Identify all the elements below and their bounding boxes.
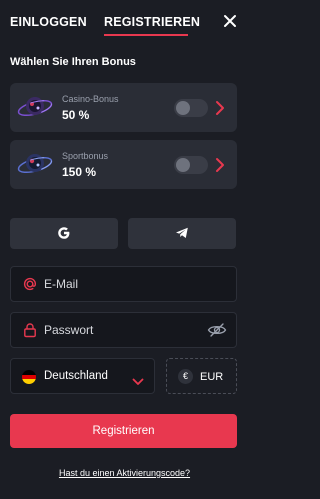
active-tab-indicator [104, 34, 188, 36]
at-sign-icon [22, 276, 38, 292]
auth-header: EINLOGGEN REGISTRIEREN [0, 0, 249, 44]
telegram-icon [176, 227, 188, 238]
password-field[interactable] [10, 312, 237, 348]
email-field[interactable] [10, 266, 237, 302]
chevron-right-icon[interactable] [215, 100, 225, 116]
currency-select[interactable]: € EUR [166, 358, 237, 394]
toggle-knob [176, 101, 190, 115]
bonus-option-sport[interactable]: Sportbonus 150 % [10, 140, 237, 189]
password-input[interactable] [44, 313, 204, 347]
tab-register[interactable]: REGISTRIEREN [104, 15, 200, 29]
bonus-label: Sportbonus [62, 151, 109, 161]
casino-bonus-toggle[interactable] [174, 99, 208, 117]
bonus-option-casino[interactable]: Casino-Bonus 50 % [10, 83, 237, 132]
sport-bonus-icon [16, 148, 54, 180]
chevron-right-icon[interactable] [215, 157, 225, 173]
bonus-label: Casino-Bonus [62, 94, 119, 104]
country-value: Deutschland [44, 370, 108, 382]
currency-value: EUR [200, 371, 224, 383]
euro-icon: € [178, 369, 193, 384]
telegram-login-button[interactable] [128, 218, 236, 249]
bonus-section-title: Wählen Sie Ihren Bonus [10, 56, 136, 68]
sport-bonus-toggle[interactable] [174, 156, 208, 174]
chevron-down-icon [132, 373, 144, 385]
bonus-value: 50 % [62, 108, 90, 122]
bonus-value: 150 % [62, 165, 97, 179]
tab-login[interactable]: EINLOGGEN [10, 15, 87, 29]
eye-off-icon[interactable] [207, 323, 227, 337]
country-select[interactable]: Deutschland [10, 358, 155, 394]
close-icon[interactable] [222, 13, 238, 29]
google-login-button[interactable] [10, 218, 118, 249]
register-button[interactable]: Registrieren [10, 414, 237, 448]
activation-code-link[interactable]: Hast du einen Aktivierungscode? [0, 468, 249, 478]
email-input[interactable] [44, 267, 204, 301]
toggle-knob [176, 158, 190, 172]
casino-bonus-icon [16, 91, 54, 123]
germany-flag-icon [22, 370, 36, 384]
google-icon [58, 227, 70, 239]
lock-icon [22, 322, 38, 338]
